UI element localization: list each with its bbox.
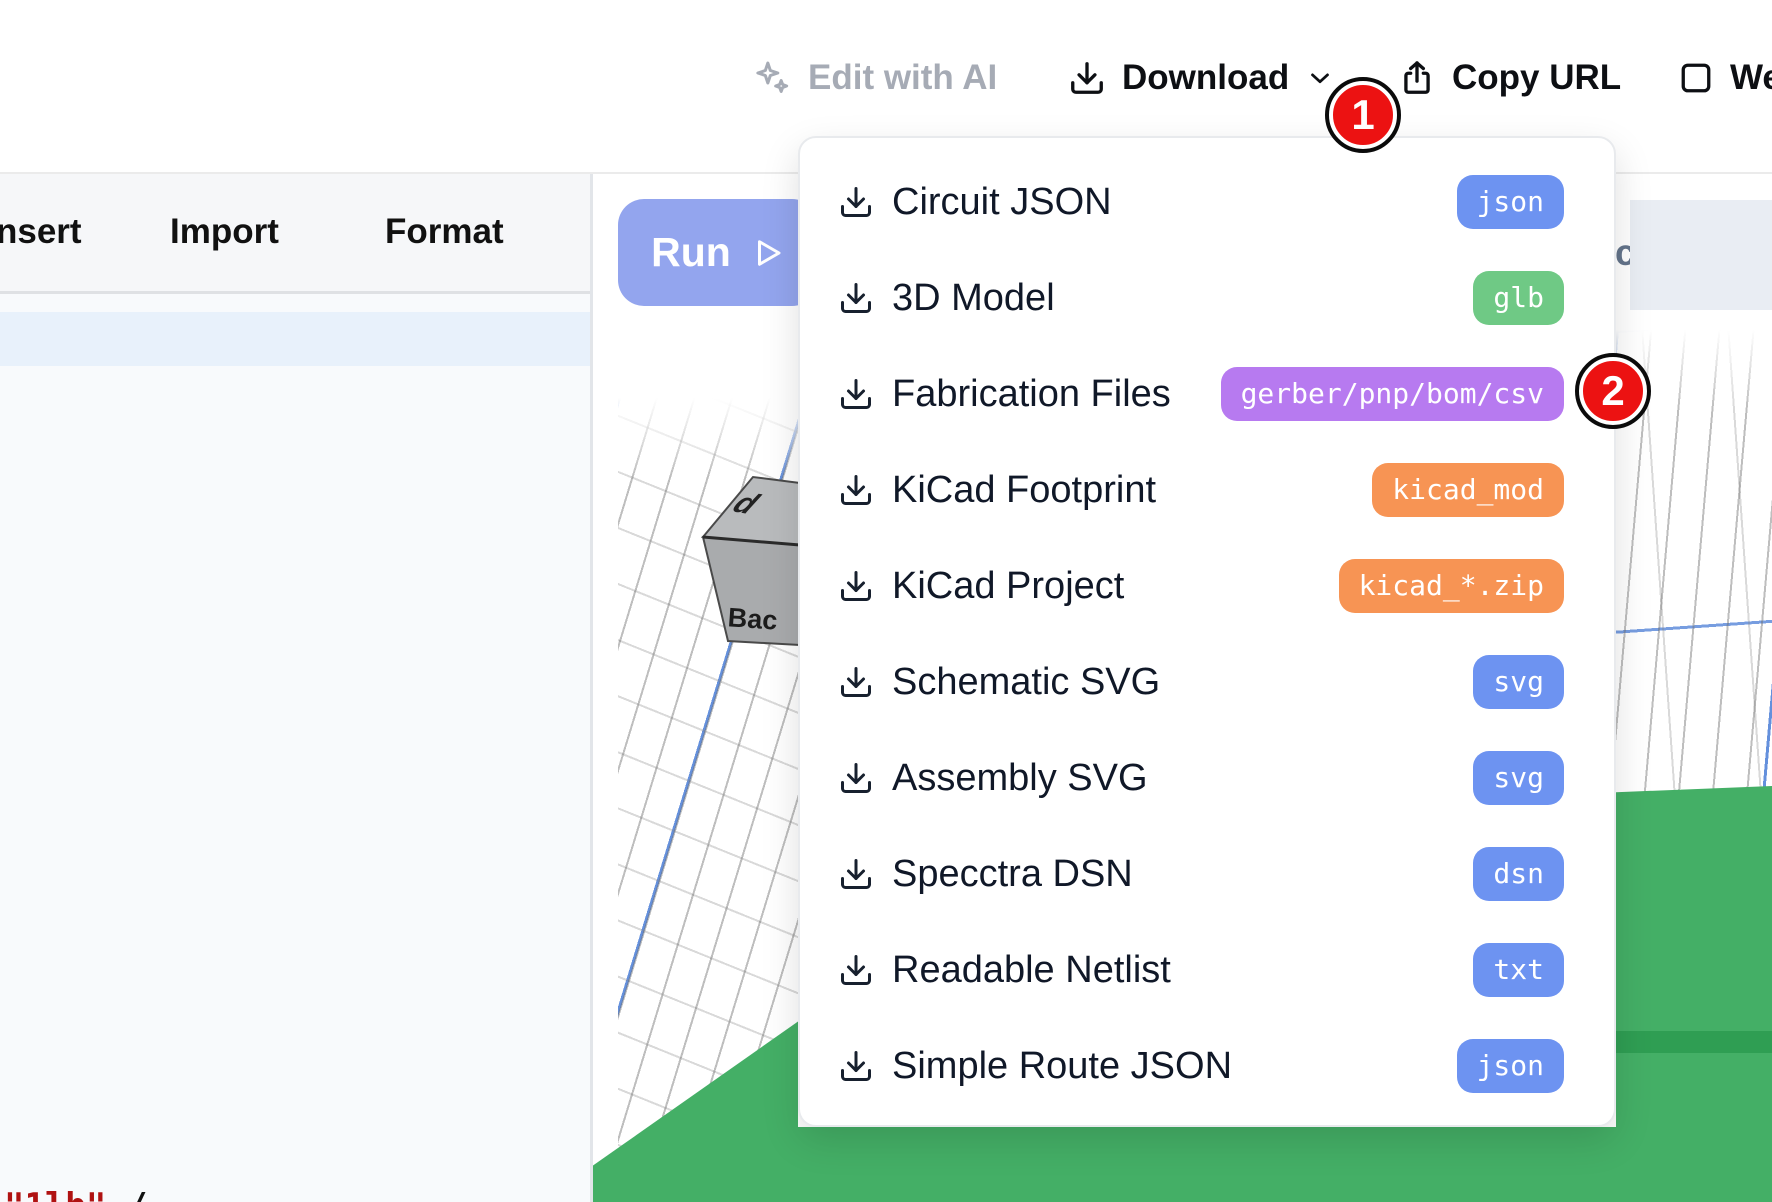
share-icon <box>1398 59 1436 97</box>
download-menu-item[interactable]: Simple Route JSON json <box>800 1018 1614 1114</box>
file-format-badge: kicad_*.zip <box>1339 559 1564 613</box>
download-menu-item[interactable]: Specctra DSN dsn <box>800 826 1614 922</box>
file-format-badge: svg <box>1473 655 1564 709</box>
download-menu-item[interactable]: 3D Model glb <box>800 250 1614 346</box>
download-menu-item-label: Fabrication Files <box>892 373 1221 416</box>
menubar-item-insert[interactable]: nsert <box>0 212 82 252</box>
editor-panel: nsert Import Format "1lb" / <box>0 174 593 1202</box>
orientation-cube[interactable]: d Bac <box>690 470 800 652</box>
pcb-board-plane <box>798 1127 1616 1202</box>
webview-toggle[interactable]: We <box>1678 46 1772 110</box>
download-menu-item-label: Specctra DSN <box>892 853 1473 896</box>
chevron-down-icon <box>1305 63 1335 93</box>
download-button[interactable]: Download <box>1068 46 1335 110</box>
download-icon <box>838 568 874 604</box>
file-format-badge: json <box>1457 1039 1564 1093</box>
download-icon <box>838 664 874 700</box>
download-icon <box>838 472 874 508</box>
file-format-badge: glb <box>1473 271 1564 325</box>
schematic-tab[interactable] <box>1630 200 1772 310</box>
download-dropdown-menu: Circuit JSON json 3D Model glb Fabricati… <box>798 136 1616 1127</box>
cube-front-label: Bac <box>727 602 779 635</box>
download-label: Download <box>1122 58 1289 98</box>
code-fragment-text: "1lb" <box>4 1186 106 1202</box>
run-button[interactable]: Run <box>618 199 818 306</box>
download-menu-item[interactable]: Readable Netlist txt <box>800 922 1614 1018</box>
download-menu-item-label: 3D Model <box>892 277 1473 320</box>
download-menu-item[interactable]: Circuit JSON json <box>800 154 1614 250</box>
download-menu-item-label: Circuit JSON <box>892 181 1457 224</box>
download-icon <box>838 280 874 316</box>
play-icon <box>749 235 785 271</box>
copy-url-label: Copy URL <box>1452 58 1621 98</box>
download-menu-item-label: Readable Netlist <box>892 949 1473 992</box>
sparkles-icon <box>752 58 792 98</box>
app-page: d Bac chemati Edit with AI Download <box>0 0 1772 1202</box>
download-menu-item-label: Schematic SVG <box>892 661 1473 704</box>
download-menu-item-label: Assembly SVG <box>892 757 1473 800</box>
download-icon <box>838 952 874 988</box>
download-icon <box>1068 59 1106 97</box>
annotation-step-2-badge: 2 <box>1579 357 1647 425</box>
download-menu-item[interactable]: Schematic SVG svg <box>800 634 1614 730</box>
download-menu-item[interactable]: KiCad Project kicad_*.zip <box>800 538 1614 634</box>
code-fragment-slash: / <box>127 1186 147 1202</box>
editor-highlighted-line[interactable] <box>0 312 590 366</box>
editor-menubar: nsert Import Format <box>0 174 590 294</box>
annotation-step-2-number: 2 <box>1601 367 1624 415</box>
pcb-board-edge <box>1616 1031 1772 1053</box>
file-format-badge: kicad_mod <box>1372 463 1564 517</box>
annotation-step-1-number: 1 <box>1351 91 1374 139</box>
download-menu-item[interactable]: KiCad Footprint kicad_mod <box>800 442 1614 538</box>
file-format-badge: dsn <box>1473 847 1564 901</box>
download-menu-item-label: KiCad Footprint <box>892 469 1372 512</box>
download-icon <box>838 856 874 892</box>
editor-code-fragment: "1lb" / <box>4 1186 147 1202</box>
file-format-badge: txt <box>1473 943 1564 997</box>
run-label: Run <box>651 229 731 276</box>
file-format-badge: json <box>1457 175 1564 229</box>
annotation-step-1-badge: 1 <box>1329 81 1397 149</box>
menubar-item-import[interactable]: Import <box>170 212 279 252</box>
menubar-item-format[interactable]: Format <box>385 212 504 252</box>
download-icon <box>838 376 874 412</box>
edit-with-ai-label: Edit with AI <box>808 58 997 98</box>
download-icon <box>838 760 874 796</box>
download-menu-item[interactable]: Fabrication Files gerber/pnp/bom/csv <box>800 346 1614 442</box>
pcb-board-plane <box>1616 786 1772 1202</box>
checkbox-icon <box>1678 60 1714 96</box>
copy-url-button[interactable]: Copy URL <box>1398 46 1621 110</box>
download-menu-item-label: KiCad Project <box>892 565 1339 608</box>
file-format-badge: gerber/pnp/bom/csv <box>1221 367 1564 421</box>
download-icon <box>838 1048 874 1084</box>
webview-label: We <box>1730 58 1772 98</box>
download-icon <box>838 184 874 220</box>
edit-with-ai-button[interactable]: Edit with AI <box>752 46 997 110</box>
download-menu-item-label: Simple Route JSON <box>892 1045 1457 1088</box>
file-format-badge: svg <box>1473 751 1564 805</box>
download-menu-item[interactable]: Assembly SVG svg <box>800 730 1614 826</box>
